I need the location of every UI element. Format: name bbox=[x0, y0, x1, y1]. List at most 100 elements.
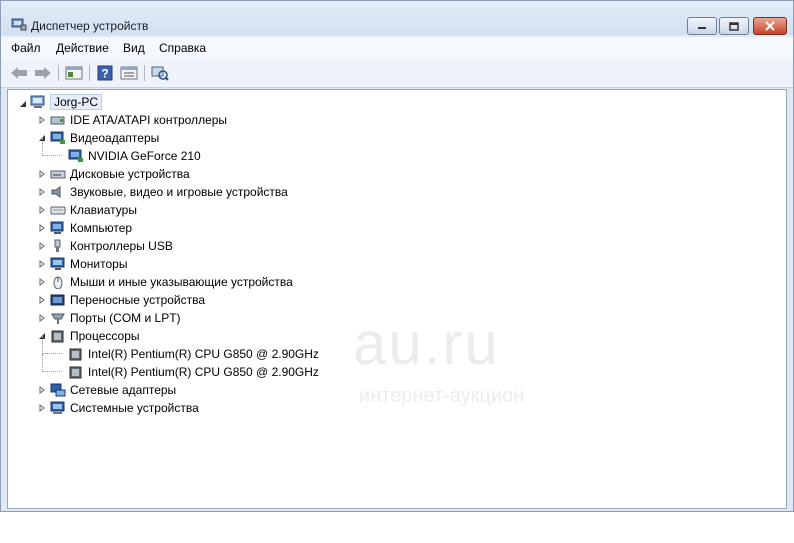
tree-category[interactable]: Видеоадаптеры bbox=[50, 129, 159, 147]
tree-category[interactable]: Порты (COM и LPT) bbox=[50, 309, 181, 327]
expand-arrow-icon[interactable] bbox=[38, 296, 46, 304]
device-tree[interactable]: Jorg-PC IDE ATA/ATAPI контроллеры Видеоад… bbox=[7, 89, 787, 509]
tree-category[interactable]: Контроллеры USB bbox=[50, 237, 173, 255]
expand-arrow-icon[interactable] bbox=[38, 170, 46, 178]
menu-help[interactable]: Справка bbox=[159, 41, 206, 55]
category-label: Переносные устройства bbox=[70, 293, 206, 307]
help-button[interactable]: ? bbox=[95, 64, 115, 82]
expand-arrow-icon[interactable] bbox=[38, 242, 46, 250]
tree-connector bbox=[42, 336, 62, 354]
category-label: IDE ATA/ATAPI контроллеры bbox=[70, 113, 228, 127]
port-icon bbox=[51, 313, 65, 324]
close-icon bbox=[765, 21, 775, 31]
properties-icon bbox=[65, 66, 83, 80]
tree-device[interactable]: NVIDIA GeForce 210 bbox=[68, 147, 201, 165]
details-button[interactable] bbox=[119, 64, 139, 82]
expand-arrow-icon[interactable] bbox=[38, 404, 46, 412]
category-label: Клавиатуры bbox=[70, 203, 137, 217]
system-device-icon bbox=[50, 401, 65, 414]
scan-hardware-button[interactable] bbox=[150, 64, 170, 82]
expand-arrow-icon[interactable] bbox=[38, 260, 46, 268]
details-icon bbox=[120, 66, 138, 80]
expand-arrow-icon[interactable] bbox=[38, 314, 46, 322]
expand-arrow-icon[interactable] bbox=[38, 206, 46, 214]
tree-category[interactable]: Звуковые, видео и игровые устройства bbox=[50, 183, 288, 201]
tree-category[interactable]: Мониторы bbox=[50, 255, 127, 273]
category-label: Мыши и иные указывающие устройства bbox=[70, 275, 293, 289]
minimize-button[interactable] bbox=[687, 17, 717, 35]
close-button[interactable] bbox=[753, 17, 787, 35]
monitor-icon bbox=[50, 257, 65, 270]
tree-connector bbox=[42, 138, 62, 156]
window-title: Диспетчер устройств bbox=[31, 19, 149, 33]
watermark-tagline: интернет-аукцион bbox=[359, 385, 525, 407]
scan-hardware-icon bbox=[151, 66, 169, 81]
computer-icon bbox=[30, 95, 45, 108]
mouse-icon bbox=[53, 276, 63, 289]
expand-arrow-icon[interactable] bbox=[38, 188, 46, 196]
display-adapter-icon bbox=[68, 149, 83, 162]
device-label: Intel(R) Pentium(R) CPU G850 @ 2.90GHz bbox=[88, 365, 319, 379]
toolbar-separator bbox=[58, 65, 59, 81]
keyboard-icon bbox=[50, 206, 66, 215]
sound-icon bbox=[51, 186, 61, 198]
tree-connector bbox=[42, 354, 62, 372]
root-label: Jorg-PC bbox=[50, 94, 103, 110]
tree-category[interactable]: Процессоры bbox=[50, 327, 140, 345]
tree-root[interactable]: Jorg-PC bbox=[30, 93, 103, 111]
tree-category[interactable]: Системные устройства bbox=[50, 399, 199, 417]
usb-icon bbox=[54, 239, 61, 252]
tree-category[interactable]: Мыши и иные указывающие устройства bbox=[50, 273, 293, 291]
tree-category[interactable]: Дисковые устройства bbox=[50, 165, 190, 183]
toolbar-separator bbox=[144, 65, 145, 81]
watermark-logo: au.ru bbox=[353, 310, 500, 377]
category-label: Компьютер bbox=[70, 221, 133, 235]
category-label: Системные устройства bbox=[70, 401, 199, 415]
back-icon bbox=[11, 67, 27, 79]
tree-category[interactable]: Переносные устройства bbox=[50, 291, 205, 309]
tree-category[interactable]: Сетевые адаптеры bbox=[50, 381, 176, 399]
expand-arrow-icon[interactable] bbox=[38, 386, 46, 394]
disk-drive-icon bbox=[50, 170, 66, 179]
collapse-arrow-icon[interactable] bbox=[19, 100, 27, 108]
expand-arrow-icon[interactable] bbox=[38, 116, 46, 124]
processor-icon bbox=[69, 348, 82, 361]
maximize-button[interactable] bbox=[719, 17, 749, 35]
svg-text:?: ? bbox=[101, 67, 108, 81]
device-label: Intel(R) Pentium(R) CPU G850 @ 2.90GHz bbox=[88, 347, 319, 361]
menu-file[interactable]: Файл bbox=[11, 41, 41, 55]
category-label: Контроллеры USB bbox=[70, 239, 173, 253]
category-label: Сетевые адаптеры bbox=[70, 383, 177, 397]
tree-device[interactable]: Intel(R) Pentium(R) CPU G850 @ 2.90GHz bbox=[68, 363, 319, 381]
device-manager-icon bbox=[11, 18, 27, 31]
computer-icon bbox=[50, 221, 64, 234]
toolbar: ? bbox=[1, 59, 793, 88]
menu-bar: Файл Действие Вид Справка bbox=[1, 37, 793, 59]
back-button[interactable] bbox=[9, 64, 29, 82]
tree-device[interactable]: Intel(R) Pentium(R) CPU G850 @ 2.90GHz bbox=[68, 345, 319, 363]
expand-arrow-icon[interactable] bbox=[38, 224, 46, 232]
portable-device-icon bbox=[50, 294, 65, 306]
tree-category[interactable]: IDE ATA/ATAPI контроллеры bbox=[50, 111, 227, 129]
title-bar[interactable]: Диспетчер устройств bbox=[1, 1, 793, 35]
device-label: NVIDIA GeForce 210 bbox=[88, 149, 201, 163]
forward-icon bbox=[35, 67, 51, 79]
properties-button[interactable] bbox=[64, 64, 84, 82]
tree-category[interactable]: Компьютер bbox=[50, 219, 132, 237]
menu-view[interactable]: Вид bbox=[123, 41, 145, 55]
menu-action[interactable]: Действие bbox=[56, 41, 109, 55]
minimize-icon bbox=[698, 27, 706, 29]
maximize-icon bbox=[729, 21, 739, 31]
tree-category[interactable]: Клавиатуры bbox=[50, 201, 137, 219]
category-label: Порты (COM и LPT) bbox=[70, 311, 181, 325]
expand-arrow-icon[interactable] bbox=[38, 278, 46, 286]
ide-controller-icon bbox=[50, 116, 65, 125]
device-manager-window: Диспетчер устройств Файл Действие Вид Сп… bbox=[0, 0, 794, 512]
processor-icon bbox=[69, 366, 82, 379]
forward-button[interactable] bbox=[33, 64, 53, 82]
category-label: Мониторы bbox=[70, 257, 128, 271]
category-label: Дисковые устройства bbox=[70, 167, 190, 181]
category-label: Звуковые, видео и игровые устройства bbox=[70, 185, 288, 199]
toolbar-separator bbox=[89, 65, 90, 81]
help-icon: ? bbox=[97, 65, 113, 81]
